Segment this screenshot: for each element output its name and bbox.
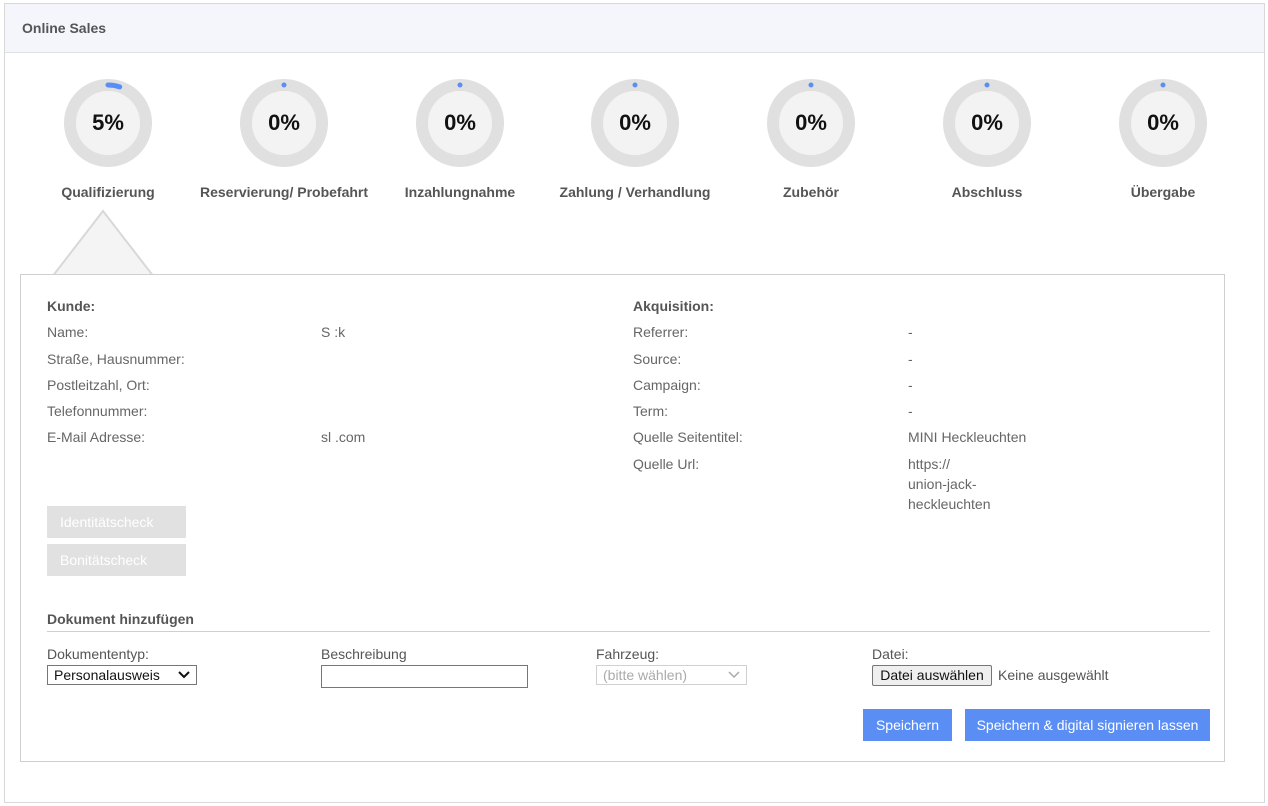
document-type-value: Personalausweis — [54, 667, 160, 683]
progress-ring: 0% — [239, 78, 329, 168]
term-value: - — [908, 403, 913, 419]
progress-steps: 5% Qualifizierung 0% Reservierung/ Probe… — [5, 78, 1266, 208]
step-percent: 0% — [444, 110, 476, 135]
source-url-label: Quelle Url: — [633, 456, 700, 472]
progress-ring: 0% — [415, 78, 505, 168]
panel-title: Online Sales — [5, 4, 1264, 53]
save-button[interactable]: Speichern — [863, 709, 952, 741]
referrer-value: - — [908, 324, 913, 340]
chevron-down-icon — [178, 671, 190, 679]
source-value: - — [908, 351, 913, 367]
credit-check-button[interactable]: Bonitätscheck — [47, 544, 186, 576]
identity-check-button[interactable]: Identitätscheck — [47, 506, 186, 538]
document-type-select[interactable]: Personalausweis — [47, 665, 197, 685]
add-document-title: Dokument hinzufügen — [47, 611, 1210, 632]
campaign-label: Campaign: — [633, 377, 701, 393]
source-page-title-label: Quelle Seitentitel: — [633, 429, 743, 445]
step-label: Zubehör — [783, 184, 839, 200]
step-percent: 0% — [268, 110, 300, 135]
file-label: Datei: — [872, 646, 909, 662]
progress-ring: 0% — [590, 78, 680, 168]
step-label: Qualifizierung — [61, 184, 155, 200]
step-percent: 0% — [1147, 110, 1179, 135]
step-percent: 0% — [619, 110, 651, 135]
customer-name-label: Name: — [47, 324, 89, 340]
description-input[interactable] — [321, 665, 528, 688]
step-percent: 0% — [971, 110, 1003, 135]
source-url-line-1: https:// — [908, 456, 951, 472]
source-page-title-value: MINI Heckleuchten — [908, 429, 1027, 445]
step-label: Zahlung / Verhandlung — [559, 184, 711, 200]
step-reservierung[interactable]: 0% Reservierung/ Probefahrt — [194, 78, 374, 200]
document-type-label: Dokumententyp: — [47, 646, 149, 662]
customer-email-label: E-Mail Adresse: — [47, 429, 146, 445]
campaign-value: - — [908, 377, 913, 393]
progress-ring: 5% — [63, 78, 153, 168]
step-detail-card: Kunde: Name: S :k Straße, Hausnummer: Po… — [20, 274, 1225, 762]
customer-phone-label: Telefonnummer: — [47, 403, 148, 419]
step-percent: 5% — [92, 110, 124, 135]
term-label: Term: — [633, 403, 668, 419]
customer-email-value: sl .com — [321, 429, 366, 445]
file-status: Keine ausgewählt — [998, 667, 1109, 683]
customer-street-label: Straße, Hausnummer: — [47, 351, 185, 367]
progress-ring: 0% — [766, 78, 856, 168]
source-label: Source: — [633, 351, 682, 367]
step-label: Abschluss — [951, 184, 1023, 200]
step-label: Übergabe — [1130, 184, 1196, 200]
step-label: Reservierung/ Probefahrt — [199, 184, 369, 200]
chevron-down-icon — [728, 671, 740, 679]
choose-file-button[interactable]: Datei auswählen — [872, 665, 992, 686]
step-abschluss[interactable]: 0% Abschluss — [897, 78, 1077, 200]
source-url-line-2: union-jack- — [908, 476, 977, 492]
progress-ring: 0% — [942, 78, 1032, 168]
step-inzahlungnahme[interactable]: 0% Inzahlungnahme — [370, 78, 550, 200]
acquisition-title: Akquisition: — [633, 298, 714, 314]
customer-zip-label: Postleitzahl, Ort: — [47, 377, 150, 393]
active-step-pointer — [52, 209, 154, 278]
vehicle-label: Fahrzeug: — [596, 646, 660, 662]
step-percent: 0% — [795, 110, 827, 135]
progress-ring: 0% — [1118, 78, 1208, 168]
step-zahlung[interactable]: 0% Zahlung / Verhandlung — [545, 78, 725, 200]
customer-title: Kunde: — [47, 298, 96, 314]
step-qualifizierung[interactable]: 5% Qualifizierung — [18, 78, 198, 200]
step-uebergabe[interactable]: 0% Übergabe — [1073, 78, 1253, 200]
online-sales-panel: Online Sales 5% Qualifizierung 0% Reserv… — [4, 3, 1265, 803]
save-and-sign-button[interactable]: Speichern & digital signieren lassen — [965, 709, 1210, 741]
customer-name-value: S :k — [321, 324, 346, 340]
vehicle-value: (bitte wählen) — [603, 667, 688, 683]
referrer-label: Referrer: — [633, 324, 689, 340]
source-url-line-3: heckleuchten — [908, 496, 991, 512]
step-label: Inzahlungnahme — [404, 184, 516, 200]
step-zubehoer[interactable]: 0% Zubehör — [721, 78, 901, 200]
description-label: Beschreibung — [321, 646, 407, 662]
vehicle-select[interactable]: (bitte wählen) — [596, 665, 747, 685]
